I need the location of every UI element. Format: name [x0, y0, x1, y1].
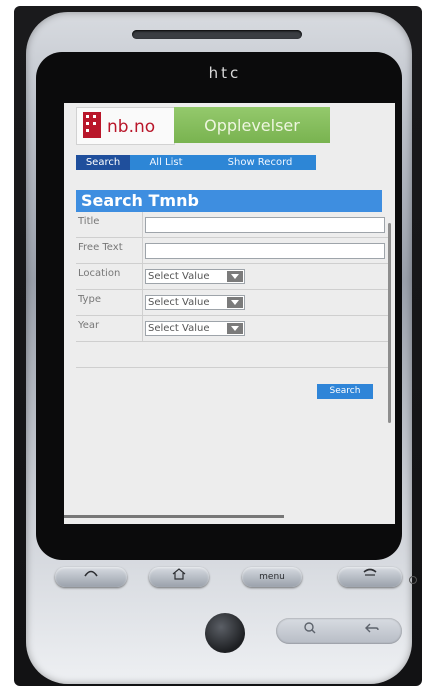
home-button[interactable] [149, 567, 209, 587]
form-row-title: Title [76, 212, 390, 238]
form-row-year: Year Select Value [76, 316, 390, 342]
select-value: Select Value [148, 271, 210, 282]
end-call-icon [363, 568, 377, 576]
search-button[interactable]: Search [317, 384, 373, 399]
tab-bar: Search All List Show Record [76, 155, 316, 170]
form-row-type: Type Select Value [76, 290, 390, 316]
tab-all-list[interactable]: All List [136, 155, 196, 170]
nb-logo[interactable]: nb.no [76, 107, 175, 145]
dropdown-arrow-icon[interactable] [227, 271, 243, 282]
form-row-empty [76, 342, 390, 368]
field-label: Title [78, 216, 100, 227]
field-label: Type [78, 294, 101, 305]
title-input[interactable] [145, 217, 385, 233]
call-icon [84, 570, 98, 577]
tab-search[interactable]: Search [76, 155, 130, 170]
form-row-location: Location Select Value [76, 264, 390, 290]
menu-button[interactable]: menu [242, 567, 302, 587]
field-label: Free Text [78, 242, 123, 253]
field-label: Year [78, 320, 100, 331]
scrollbar[interactable] [388, 223, 391, 423]
type-select[interactable]: Select Value [145, 295, 245, 310]
opplevelser-banner[interactable]: Opplevelser [174, 107, 330, 143]
dropdown-arrow-icon[interactable] [227, 297, 243, 308]
call-button[interactable] [55, 567, 127, 587]
nb-logo-icon [83, 112, 101, 138]
free-text-input[interactable] [145, 243, 385, 259]
site-header: nb.no Opplevelser [76, 107, 336, 145]
field-label: Location [78, 268, 121, 279]
search-back-keys [276, 618, 402, 644]
logo-text: nb.no [107, 117, 156, 137]
dropdown-arrow-icon[interactable] [227, 323, 243, 334]
brand-logo: htc [208, 64, 242, 82]
home-icon [172, 568, 186, 580]
back-key-icon[interactable] [362, 621, 382, 641]
form-title: Search Tmnb [76, 190, 382, 212]
select-value: Select Value [148, 323, 210, 334]
progress-line [64, 515, 284, 518]
search-key-icon[interactable] [300, 621, 320, 641]
earpiece-speaker [132, 30, 302, 39]
banner-text: Opplevelser [204, 116, 300, 135]
power-led-icon [409, 576, 417, 584]
end-call-button[interactable] [338, 567, 402, 587]
year-select[interactable]: Select Value [145, 321, 245, 336]
device-screen: nb.no Opplevelser Search All List Show R… [64, 103, 395, 524]
trackball[interactable] [205, 613, 245, 653]
tab-show-record[interactable]: Show Record [208, 155, 312, 170]
select-value: Select Value [148, 297, 210, 308]
form-row-free-text: Free Text [76, 238, 390, 264]
location-select[interactable]: Select Value [145, 269, 245, 284]
